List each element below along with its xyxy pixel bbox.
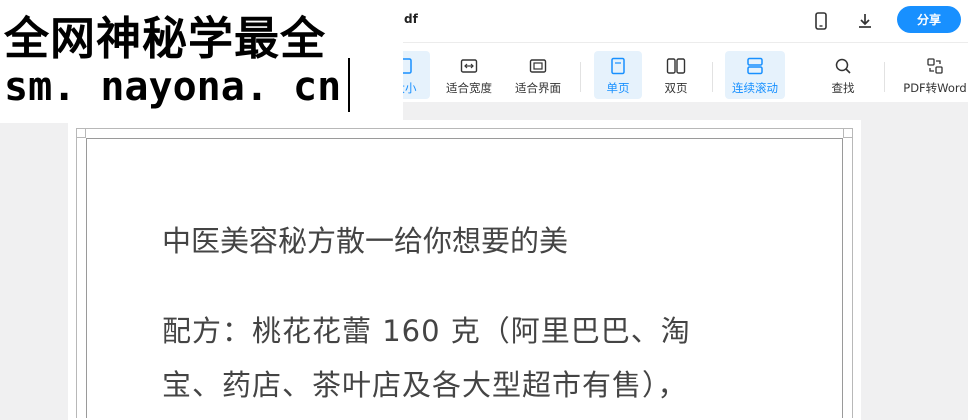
tool-pdf-to-word[interactable]: PDF转Word — [902, 51, 968, 99]
tool-label: 双页 — [664, 81, 688, 95]
fit-page-icon — [527, 55, 549, 77]
watermark-title: 全网神秘学最全 — [4, 12, 327, 65]
tool-fit-page[interactable]: 适合界面 — [509, 51, 567, 99]
tool-double-page[interactable]: 双页 — [652, 51, 700, 99]
double-page-icon — [665, 55, 687, 77]
page-corner-ornament — [76, 128, 86, 138]
tool-label: 单页 — [606, 81, 630, 95]
document-paragraph-line: 宝、药店、茶叶店及各大型超市有售）， — [162, 368, 688, 402]
tool-search[interactable]: 查找 — [820, 51, 866, 99]
tool-label: 连续滚动 — [732, 81, 778, 95]
text-cursor — [348, 58, 350, 112]
tool-label: 适合宽度 — [446, 81, 492, 95]
document-paragraph-line: 配方：桃花花蕾 160 克（阿里巴巴、淘 — [162, 314, 691, 348]
page-corner-ornament — [843, 128, 853, 138]
convert-icon — [924, 55, 946, 77]
fit-width-icon — [458, 55, 480, 77]
tool-single-page[interactable]: 单页 — [594, 51, 642, 99]
file-title: df — [404, 12, 418, 26]
download-icon[interactable] — [854, 10, 876, 32]
document-title: 中医美容秘方散一给你想要的美 — [162, 224, 569, 258]
tool-fit-width[interactable]: 适合宽度 — [440, 51, 498, 99]
toolbar-divider — [884, 62, 885, 92]
toolbar-divider — [580, 62, 581, 92]
single-page-icon — [607, 55, 629, 77]
watermark-url: sm. nayona. cn — [4, 64, 342, 110]
toolbar-divider — [712, 62, 713, 92]
share-button[interactable]: 分享 — [897, 6, 961, 33]
search-icon — [832, 55, 854, 77]
watermark-overlay: 全网神秘学最全 sm. nayona. cn — [0, 0, 403, 123]
continuous-scroll-icon — [744, 55, 766, 77]
mobile-icon[interactable] — [810, 10, 832, 32]
tool-label: 查找 — [831, 81, 855, 95]
tool-label: 适合界面 — [515, 81, 561, 95]
tool-continuous-scroll[interactable]: 连续滚动 — [725, 51, 785, 99]
tool-label: PDF转Word — [903, 81, 967, 95]
